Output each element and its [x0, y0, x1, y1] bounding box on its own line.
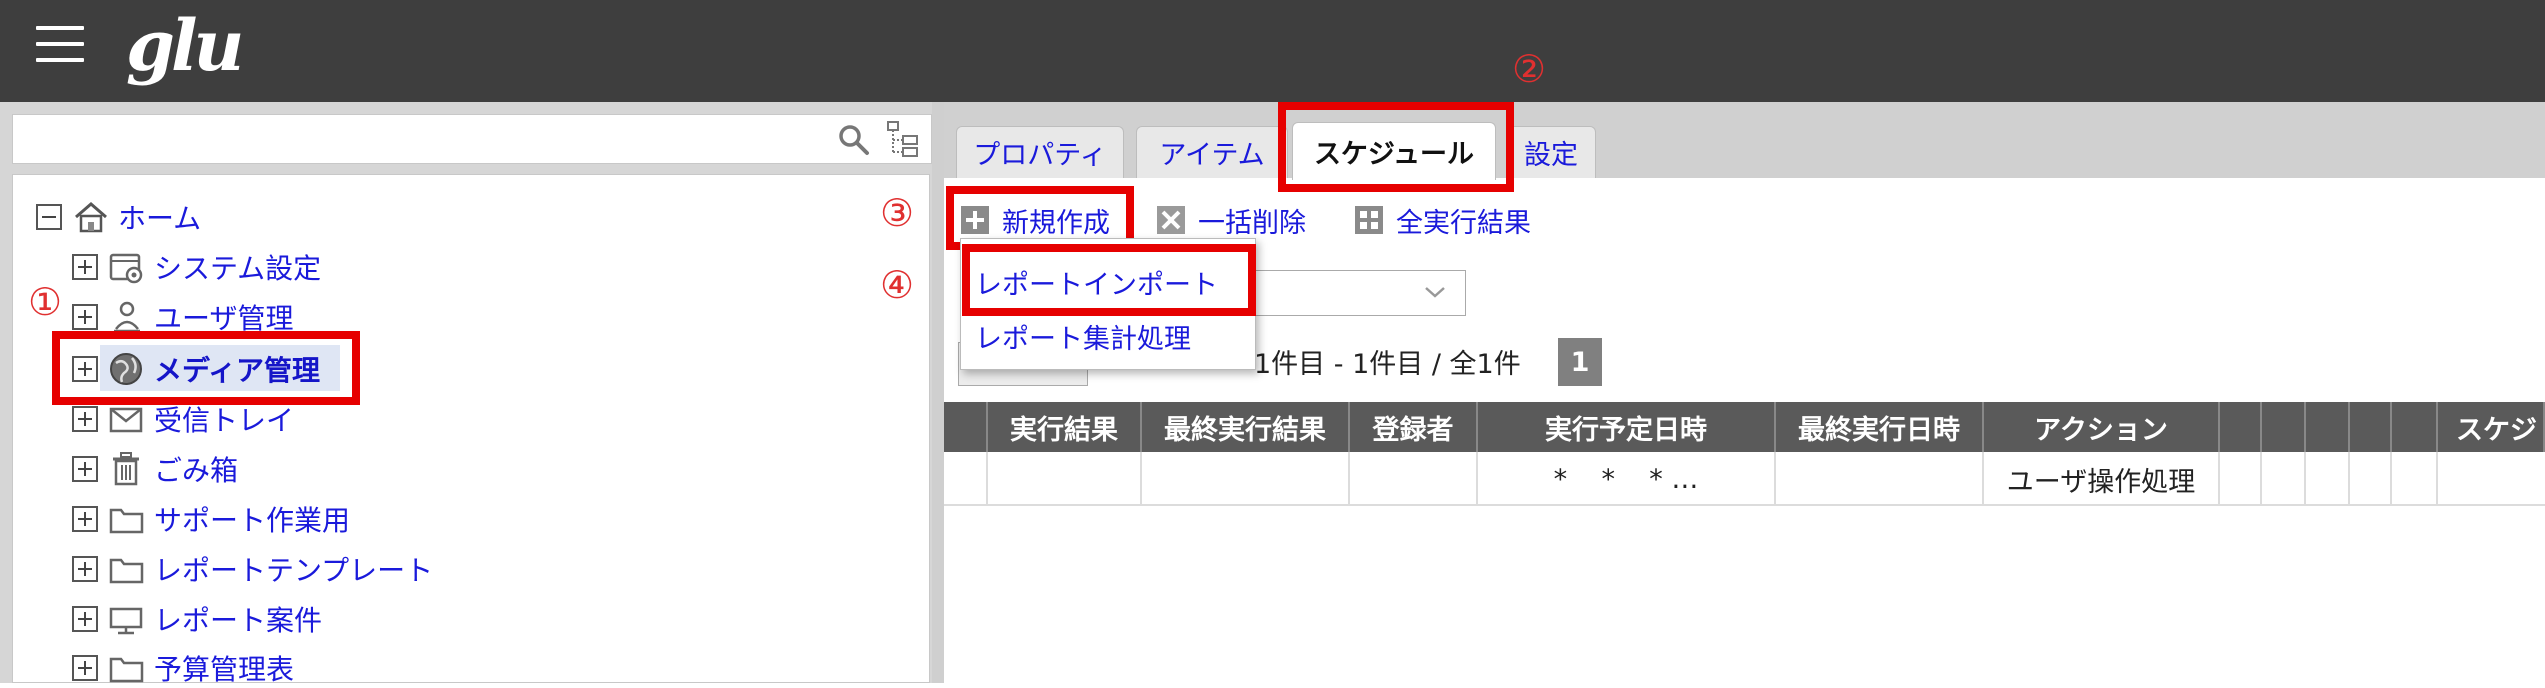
expand-icon[interactable]: [72, 254, 98, 280]
column-header-extra-2[interactable]: [2262, 402, 2306, 452]
tree-node-trash[interactable]: ごみ箱: [72, 449, 238, 489]
column-header-extra-5[interactable]: [2392, 402, 2438, 452]
column-header-result[interactable]: 実行結果: [988, 402, 1142, 452]
menu-item-report-import[interactable]: レポートインポート: [975, 263, 1218, 302]
folder-icon: [109, 508, 144, 534]
table-cell: [1776, 452, 1984, 506]
expand-icon[interactable]: [72, 304, 98, 330]
tree-node-budget-table[interactable]: 予算管理表: [72, 648, 294, 688]
tree-node-report-templates[interactable]: レポートテンプレート: [72, 549, 433, 589]
tree-view-icon[interactable]: [886, 120, 920, 158]
table-cell: [2392, 452, 2438, 506]
annotation-marker-3: ③: [880, 191, 915, 235]
column-header-last-run-time[interactable]: 最終実行日時: [1776, 402, 1984, 452]
mail-icon: [109, 407, 143, 433]
app-logo: glu: [126, 4, 244, 87]
expand-icon[interactable]: [72, 606, 98, 632]
table-cell: [2220, 452, 2262, 506]
content-pane: [944, 102, 2545, 683]
tree-node-report-cases[interactable]: レポート案件: [72, 599, 322, 639]
annotation-marker-4: ④: [880, 263, 915, 307]
home-icon: [75, 202, 107, 233]
expand-icon[interactable]: [72, 556, 98, 582]
column-header-scheduled-time[interactable]: 実行予定日時: [1478, 402, 1776, 452]
tab-properties[interactable]: プロパティ: [956, 126, 1124, 178]
collapse-icon[interactable]: [36, 204, 62, 230]
page-button-1[interactable]: 1: [1558, 338, 1602, 386]
annotation-marker-1: ①: [28, 280, 63, 324]
column-header-select[interactable]: [944, 402, 988, 452]
column-header-schedule[interactable]: スケジ: [2438, 402, 2545, 452]
column-header-registrant[interactable]: 登録者: [1350, 402, 1478, 452]
pager-info: 1件目 - 1件目 / 全1件: [1254, 349, 1521, 380]
tab-settings[interactable]: 設定: [1506, 126, 1596, 178]
plus-icon: [961, 206, 989, 234]
tab-items[interactable]: アイテム: [1136, 126, 1288, 178]
annotation-box-selected-node: [52, 331, 360, 405]
column-header-action[interactable]: アクション: [1984, 402, 2220, 452]
folder-icon: [109, 558, 144, 584]
expand-icon[interactable]: [72, 406, 98, 432]
system-settings-icon: [109, 253, 143, 284]
bulk-delete-button[interactable]: 一括削除: [1156, 200, 1306, 240]
menu-item-report-aggregation[interactable]: レポート集計処理: [975, 317, 1191, 356]
pane-splitter[interactable]: [932, 102, 944, 683]
tree-node-inbox[interactable]: 受信トレイ: [72, 399, 294, 439]
tree-node-home[interactable]: ホーム: [36, 197, 201, 237]
tree-node-system-settings[interactable]: システム設定: [72, 247, 321, 287]
expand-icon[interactable]: [72, 506, 98, 532]
table-cell: [2438, 452, 2545, 506]
column-header-last-result[interactable]: 最終実行結果: [1142, 402, 1350, 452]
new-button[interactable]: 新規作成: [960, 200, 1110, 240]
annotation-marker-2: ②: [1512, 47, 1547, 91]
delete-icon: [1157, 206, 1185, 234]
trash-icon: [113, 452, 139, 486]
users-icon: [114, 301, 140, 333]
column-header-extra-1[interactable]: [2220, 402, 2262, 452]
expand-icon[interactable]: [72, 456, 98, 482]
hamburger-menu-icon[interactable]: [36, 26, 84, 66]
column-header-extra-4[interactable]: [2350, 402, 2392, 452]
expand-icon[interactable]: [72, 655, 98, 681]
tab-schedule[interactable]: スケジュール: [1292, 122, 1496, 180]
table-cell: [944, 452, 988, 506]
chevron-down-icon[interactable]: [1422, 282, 1448, 302]
all-results-button[interactable]: 全実行結果: [1354, 200, 1531, 240]
table-cell: [1142, 452, 1350, 506]
table-cell: [1350, 452, 1478, 506]
grid-icon: [1355, 206, 1383, 234]
new-dropdown-menu: レポートインポート レポート集計処理: [960, 238, 1256, 370]
table-cell-action: ユーザ操作処理: [1984, 452, 2220, 506]
table-cell: [2350, 452, 2392, 506]
table-cell-schedule: * * * …: [1478, 452, 1776, 506]
folder-icon: [109, 607, 143, 635]
search-icon[interactable]: [836, 122, 870, 156]
tree-search-input[interactable]: [12, 114, 932, 164]
column-header-extra-3[interactable]: [2306, 402, 2350, 452]
tree-node-support-work[interactable]: サポート作業用: [72, 499, 350, 539]
app-header: [0, 0, 2545, 102]
table-cell: [2262, 452, 2306, 506]
folder-icon: [109, 657, 144, 683]
table-cell: [2306, 452, 2350, 506]
table-cell: [988, 452, 1142, 506]
